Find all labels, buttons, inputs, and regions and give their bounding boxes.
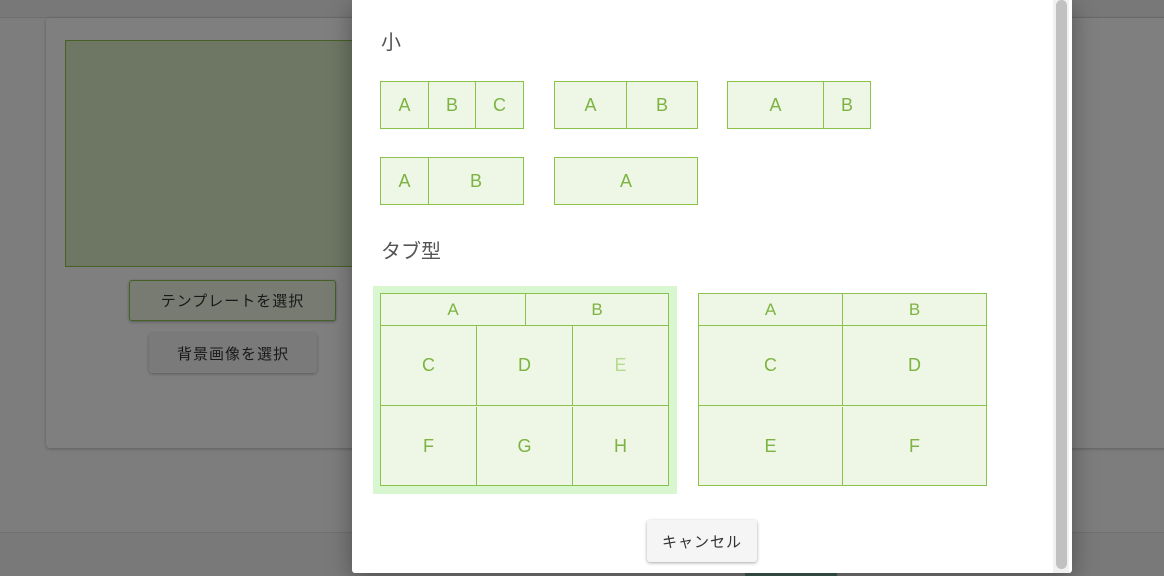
template-tab-4-cells[interactable]: A B C D E F: [698, 293, 987, 486]
grid-cell: C: [699, 326, 843, 405]
grid-cell: F: [909, 435, 920, 456]
template-small-ab-wide-left[interactable]: A B: [727, 81, 871, 129]
tab-header-row: A B: [699, 294, 986, 326]
grid-cell: H: [614, 435, 627, 456]
grid-row: C D: [699, 326, 986, 406]
tab-header: B: [908, 299, 921, 319]
template-small-a[interactable]: A: [554, 157, 698, 205]
template-small-abc[interactable]: A B C: [380, 81, 524, 129]
template-cell: A: [555, 82, 627, 128]
template-cell: B: [429, 82, 476, 128]
tab-header: A: [699, 294, 843, 325]
template-cell: A: [728, 82, 824, 128]
cancel-button[interactable]: キャンセル: [647, 520, 757, 562]
template-tab-6-cells[interactable]: A B C D E F G H: [380, 293, 669, 486]
template-cell: A: [381, 82, 429, 128]
tab-header-row: A B: [381, 294, 668, 326]
grid-cell: G: [477, 407, 573, 485]
dialog-scrollbar-thumb[interactable]: [1056, 0, 1067, 569]
grid-cell: F: [381, 407, 477, 485]
grid-cell: C: [381, 326, 477, 405]
template-cell: B: [840, 94, 853, 115]
grid-cell: E: [699, 407, 843, 485]
grid-cell: D: [477, 326, 573, 405]
template-cell: B: [655, 94, 668, 115]
grid-cell: D: [908, 355, 921, 375]
template-small-ab-equal[interactable]: A B: [554, 81, 698, 129]
tab-header: A: [381, 294, 526, 325]
template-cell: B: [469, 170, 482, 191]
template-small-ab-wide-right[interactable]: A B: [380, 157, 524, 205]
grid-cell: E: [614, 355, 627, 375]
grid-row: E F: [699, 407, 986, 485]
template-cell: A: [381, 158, 429, 204]
grid-row: F G H: [381, 407, 668, 485]
section-title-small: 小: [381, 30, 401, 54]
section-title-tab: タブ型: [381, 239, 441, 263]
tab-header: B: [591, 299, 603, 319]
grid-row: C D E: [381, 326, 668, 406]
template-cell: C: [493, 94, 506, 115]
template-cell: A: [619, 170, 632, 191]
